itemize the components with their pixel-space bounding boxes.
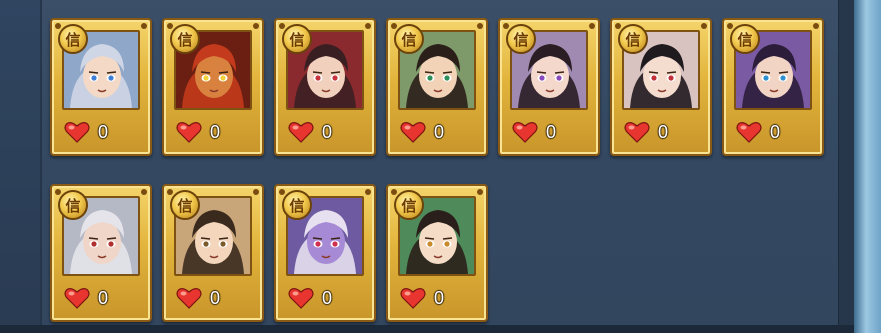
affection-row: 0 <box>64 120 140 144</box>
trust-badge-icon: 信 <box>170 24 200 54</box>
hero-card[interactable]: 信0 <box>50 184 152 322</box>
affection-count: 0 <box>770 121 781 142</box>
affection-row: 0 <box>736 120 812 144</box>
affection-count: 0 <box>98 121 109 142</box>
heart-icon <box>64 288 90 309</box>
trust-badge-icon: 信 <box>730 24 760 54</box>
trust-badge-icon: 信 <box>394 190 424 220</box>
affection-row: 0 <box>176 286 252 310</box>
panel-bottom-edge <box>0 325 854 333</box>
scrollbar[interactable] <box>838 0 855 333</box>
affection-count: 0 <box>546 121 557 142</box>
affection-count: 0 <box>658 121 669 142</box>
heart-icon <box>736 122 762 143</box>
heart-icon <box>288 122 314 143</box>
hero-card[interactable]: 信0 <box>274 18 376 156</box>
affection-row: 0 <box>512 120 588 144</box>
affection-count: 0 <box>322 121 333 142</box>
heart-icon <box>288 288 314 309</box>
heart-icon <box>512 122 538 143</box>
trust-badge-icon: 信 <box>170 190 200 220</box>
side-decoration <box>854 0 881 333</box>
affection-row: 0 <box>176 120 252 144</box>
trust-badge-icon: 信 <box>394 24 424 54</box>
trust-badge-icon: 信 <box>282 24 312 54</box>
affection-row: 0 <box>400 286 476 310</box>
heart-icon <box>176 122 202 143</box>
heart-icon <box>400 288 426 309</box>
affection-row: 0 <box>64 286 140 310</box>
affection-count: 0 <box>322 287 333 308</box>
hero-card[interactable]: 信0 <box>498 18 600 156</box>
trust-badge-icon: 信 <box>58 24 88 54</box>
hero-card[interactable]: 信0 <box>386 18 488 156</box>
hero-card[interactable]: 信0 <box>274 184 376 322</box>
hero-card[interactable]: 信0 <box>722 18 824 156</box>
affection-count: 0 <box>434 121 445 142</box>
hero-card[interactable]: 信0 <box>162 184 264 322</box>
game-screen: 信0信0信0信0信0信0信0信0信0信0信0 <box>0 0 881 333</box>
affection-row: 0 <box>288 120 364 144</box>
heart-icon <box>624 122 650 143</box>
hero-card[interactable]: 信0 <box>386 184 488 322</box>
trust-badge-icon: 信 <box>282 190 312 220</box>
hero-card[interactable]: 信0 <box>162 18 264 156</box>
heart-icon <box>176 288 202 309</box>
affection-count: 0 <box>210 121 221 142</box>
affection-row: 0 <box>288 286 364 310</box>
affection-count: 0 <box>98 287 109 308</box>
trust-badge-icon: 信 <box>618 24 648 54</box>
hero-card[interactable]: 信0 <box>50 18 152 156</box>
trust-badge-icon: 信 <box>506 24 536 54</box>
heart-icon <box>64 122 90 143</box>
trust-badge-icon: 信 <box>58 190 88 220</box>
heart-icon <box>400 122 426 143</box>
affection-row: 0 <box>624 120 700 144</box>
affection-row: 0 <box>400 120 476 144</box>
hero-card[interactable]: 信0 <box>610 18 712 156</box>
affection-count: 0 <box>434 287 445 308</box>
affection-count: 0 <box>210 287 221 308</box>
